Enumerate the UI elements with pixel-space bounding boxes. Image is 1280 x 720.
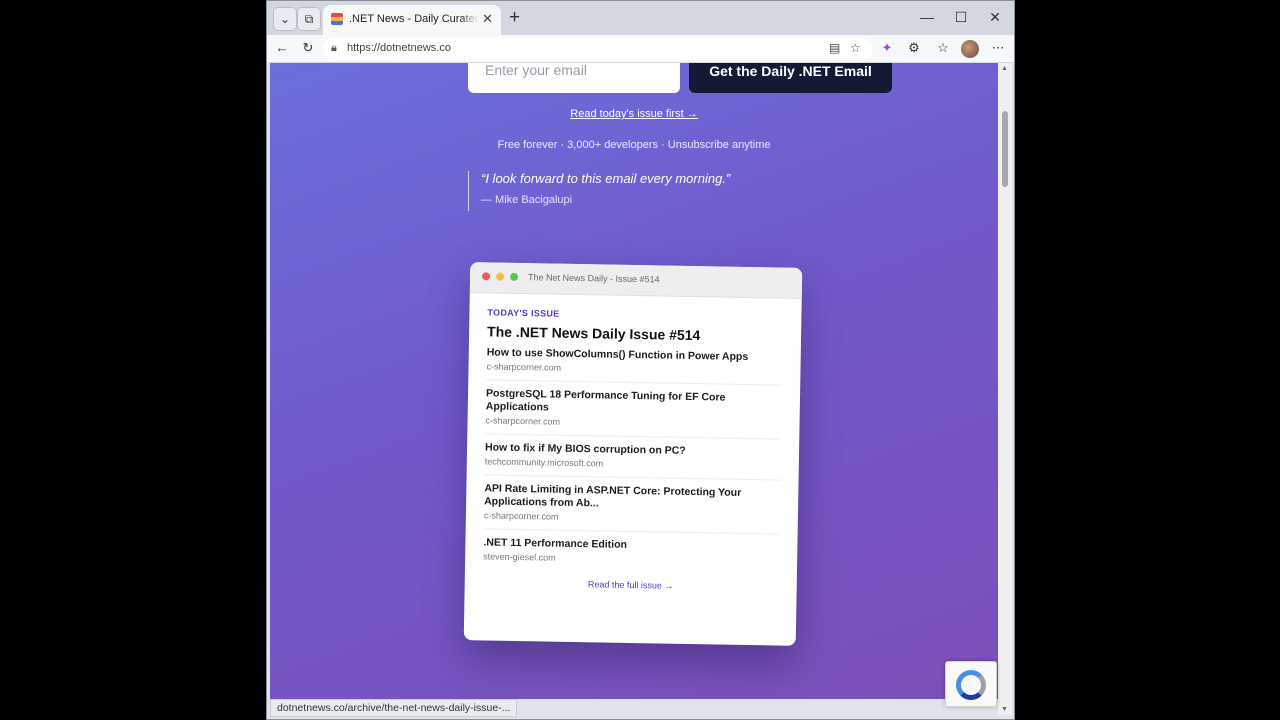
list-item[interactable]: .NET 11 Performance Edition steven-giese… <box>483 529 780 574</box>
reader-view-icon[interactable]: ▤ <box>829 41 840 55</box>
tab-close-icon[interactable]: ✕ <box>482 11 493 27</box>
testimonial: “I look forward to this email every morn… <box>468 171 730 211</box>
favorite-star-icon[interactable]: ☆ <box>850 41 861 55</box>
extensions-icon[interactable]: ⚙ <box>905 40 923 56</box>
profile-avatar[interactable] <box>961 40 979 58</box>
close-window-icon[interactable]: ✕ <box>985 9 1005 26</box>
active-tab[interactable]: .NET News - Daily Curated .NET Co ✕ <box>323 5 501 35</box>
email-input[interactable]: Enter your email <box>468 63 680 93</box>
vertical-scrollbar[interactable]: ▲ ▼ <box>998 63 1012 715</box>
card-window-title: The Net News Daily - Issue #514 <box>527 272 660 285</box>
minimize-icon[interactable]: — <box>917 9 937 25</box>
signup-meta-text: Free forever · 3,000+ developers · Unsub… <box>497 139 771 151</box>
issue-label: TODAY'S ISSUE <box>487 307 560 319</box>
tab-title: .NET News - Daily Curated .NET Co <box>349 13 479 25</box>
favorites-icon[interactable]: ☆ <box>934 40 952 56</box>
back-arrow-icon[interactable]: ← <box>273 40 291 55</box>
more-menu-icon[interactable]: ⋯ <box>989 40 1007 56</box>
item-title[interactable]: API Rate Limiting in ASP.NET Core: Prote… <box>484 482 780 513</box>
recaptcha-badge[interactable] <box>945 661 997 707</box>
copilot-icon[interactable]: ✦ <box>878 40 896 56</box>
red-dot-icon <box>482 272 491 281</box>
site-favicon-icon <box>331 13 343 25</box>
list-item[interactable]: PostgreSQL 18 Performance Tuning for EF … <box>485 380 783 440</box>
yellow-dot-icon <box>496 272 505 281</box>
workspaces-button[interactable]: ⧉ <box>297 7 321 31</box>
issue-preview-card[interactable]: The Net News Daily - Issue #514 TODAY'S … <box>463 262 803 646</box>
email-placeholder: Enter your email <box>485 63 587 78</box>
page-viewport: Enter your email Get the Daily .NET Emai… <box>270 63 998 699</box>
address-bar[interactable]: 🔒︎ https://dotnetnews.co ▤ ☆ <box>323 38 873 60</box>
maximize-icon[interactable]: ☐ <box>951 9 971 26</box>
list-item[interactable]: API Rate Limiting in ASP.NET Core: Prote… <box>483 475 781 535</box>
browser-toolbar: ← ↻ 🔒︎ https://dotnetnews.co ▤ ☆ ✦ ⚙ ☆ ⋯ <box>267 35 1014 63</box>
site-info-icon[interactable]: 🔒︎ <box>331 42 337 55</box>
scrollbar-thumb[interactable] <box>1002 111 1008 187</box>
address-url[interactable]: https://dotnetnews.co <box>347 42 451 54</box>
tab-strip: ⌄ ⧉ .NET News - Daily Curated .NET Co ✕ … <box>267 1 1014 35</box>
recaptcha-icon <box>956 670 986 700</box>
list-item[interactable]: How to use ShowColumns() Function in Pow… <box>486 339 783 386</box>
testimonial-quote: “I look forward to this email every morn… <box>481 171 731 186</box>
item-title[interactable]: PostgreSQL 18 Performance Tuning for EF … <box>486 387 782 418</box>
refresh-icon[interactable]: ↻ <box>299 40 317 56</box>
testimonial-author: — Mike Bacigalupi <box>481 194 573 206</box>
green-dot-icon <box>510 272 519 281</box>
status-bar-url: dotnetnews.co/archive/the-net-news-daily… <box>270 699 518 717</box>
scroll-down-icon[interactable]: ▼ <box>1001 706 1008 713</box>
browser-window: ⌄ ⧉ .NET News - Daily Curated .NET Co ✕ … <box>266 0 1015 720</box>
read-full-issue-link[interactable]: Read the full issue → <box>483 577 779 592</box>
subscribe-button[interactable]: Get the Daily .NET Email <box>689 63 892 93</box>
card-title-bar: The Net News Daily - Issue #514 <box>469 262 803 299</box>
new-tab-button[interactable]: + <box>509 7 520 29</box>
tab-actions-button[interactable]: ⌄ <box>273 7 297 31</box>
scroll-up-icon[interactable]: ▲ <box>1001 65 1008 72</box>
list-item[interactable]: How to fix if My BIOS corruption on PC? … <box>484 434 782 481</box>
read-today-link[interactable]: Read today's issue first → <box>270 108 998 120</box>
